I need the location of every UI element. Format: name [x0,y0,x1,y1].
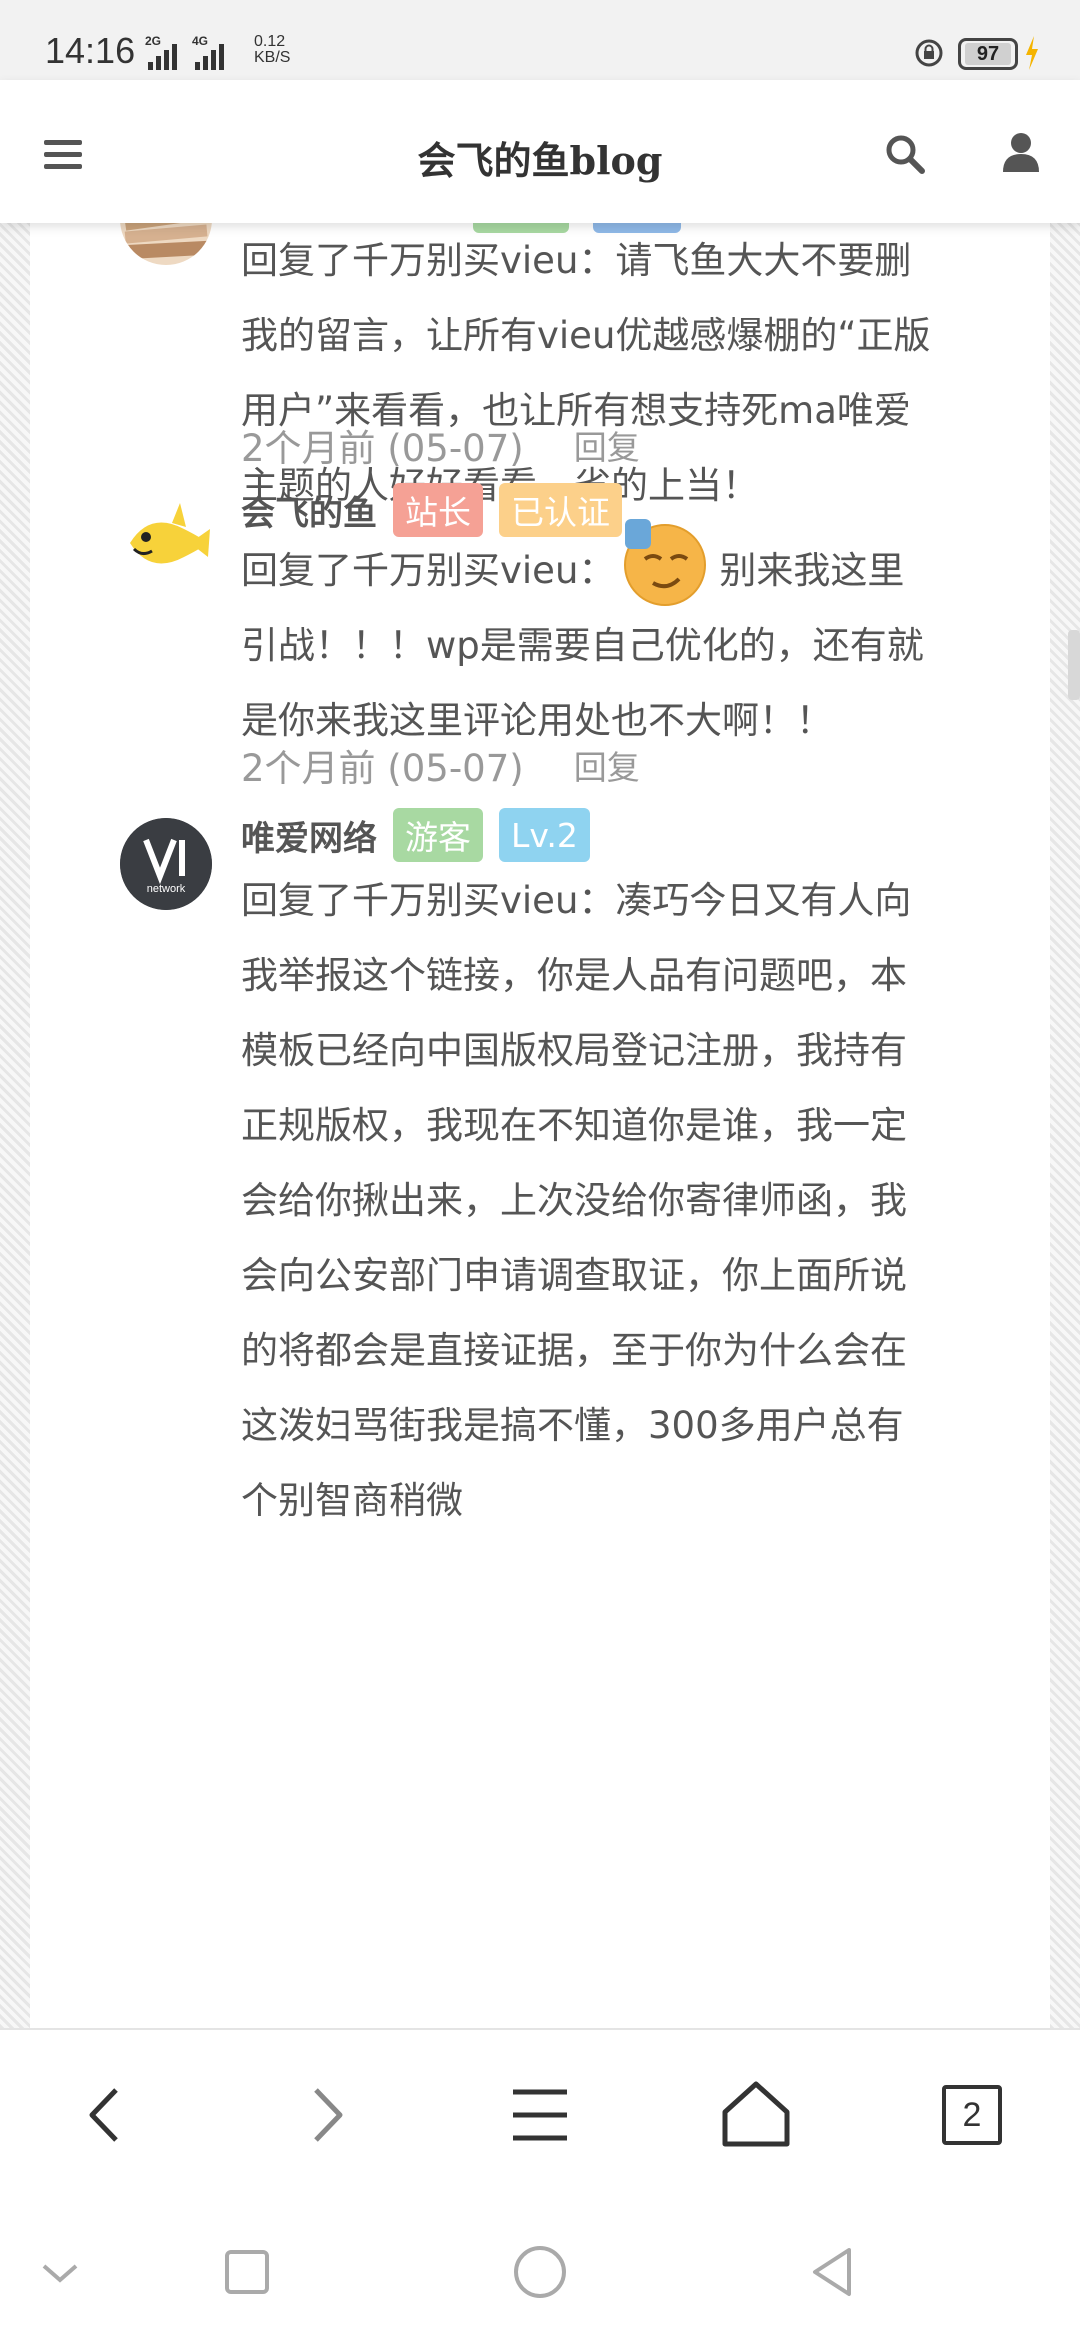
battery-level: 97 [965,43,1011,65]
site-header: 会飞的鱼blog [0,80,1080,223]
comment-text: 回复了千万别买vieu：请飞鱼大大不要删我的留言，让所有vieu优越感爆棚的“正… [241,239,931,507]
scrollbar-thumb[interactable] [1068,630,1080,700]
comment-list: 回复了千万别买vieu：请飞鱼大大不要删我的留言，让所有vieu优越感爆棚的“正… [30,223,1050,2028]
comment-text: 回复了千万别买vieu：凑巧今日又有人向我举报这个链接，你是人品有问题吧，本模板… [241,879,912,1522]
comment-header: 会飞的鱼 站长 已认证 [241,483,622,537]
comment-author[interactable]: 会飞的鱼 [241,486,377,535]
reply-button[interactable]: 回复 [574,421,640,469]
menu-icon[interactable] [495,2070,585,2160]
books-avatar-image [120,223,212,265]
charging-icon [1026,36,1038,70]
admin-badge: 站长 [393,483,483,537]
sweat-smile-emoji [624,518,707,606]
tabs-icon[interactable]: 2 [927,2070,1017,2160]
status-bar: 14:16 2G 4G 0.12 KB/S 97 [0,0,1080,80]
signal-indicators: 2G 4G [145,34,224,70]
comment-author[interactable]: 唯爱网络 [241,811,377,860]
browser-toolbar: 2 [0,2028,1080,2198]
comment-time: 2个月前 (05-07) [241,427,524,470]
svg-text:network: network [147,883,186,895]
level-badge: Lv.2 [499,808,590,862]
avatar[interactable] [120,223,212,265]
signal-2g-icon: 2G [145,34,177,70]
home-icon[interactable] [711,2070,801,2160]
recents-icon[interactable] [217,2242,277,2302]
forward-icon[interactable] [280,2070,370,2160]
reply-button[interactable]: 回复 [574,741,640,789]
comment-time: 2个月前 (05-07) [241,747,524,790]
signal-4g-icon: 4G [192,34,224,70]
left-pattern [0,223,30,2028]
menu-icon[interactable] [44,140,82,170]
home-circle-icon[interactable] [510,2242,570,2302]
collapse-icon[interactable] [30,2242,90,2302]
fish-avatar-image [120,493,212,585]
search-icon[interactable] [885,134,925,174]
avatar[interactable] [120,493,212,585]
user-icon[interactable] [1003,132,1039,172]
comment-meta: 2个月前 (05-07) 回复 [241,418,640,472]
system-nav-bar [0,2198,1080,2340]
network-avatar-image: network [120,818,212,910]
back-icon[interactable] [62,2070,152,2160]
guest-badge: 游客 [393,808,483,862]
comment-meta: 2个月前 (05-07) 回复 [241,738,640,792]
rotation-lock-icon [915,39,943,67]
network-speed: 0.12 KB/S [254,33,291,66]
back-triangle-icon[interactable] [803,2242,863,2302]
site-title[interactable]: 会飞的鱼blog [330,130,750,185]
verified-badge: 已认证 [499,483,622,537]
avatar[interactable]: network [120,818,212,910]
comment-header: 唯爱网络 游客 Lv.2 [241,808,590,862]
right-pattern [1050,223,1080,2028]
comment-text: 回复了千万别买vieu： 别来我这里引战！！！wp是需要自己优化的，还有就是你来… [241,518,931,758]
status-time: 14:16 [45,30,136,71]
battery-icon: 97 [958,38,1018,70]
tab-count: 2 [942,2085,1002,2145]
